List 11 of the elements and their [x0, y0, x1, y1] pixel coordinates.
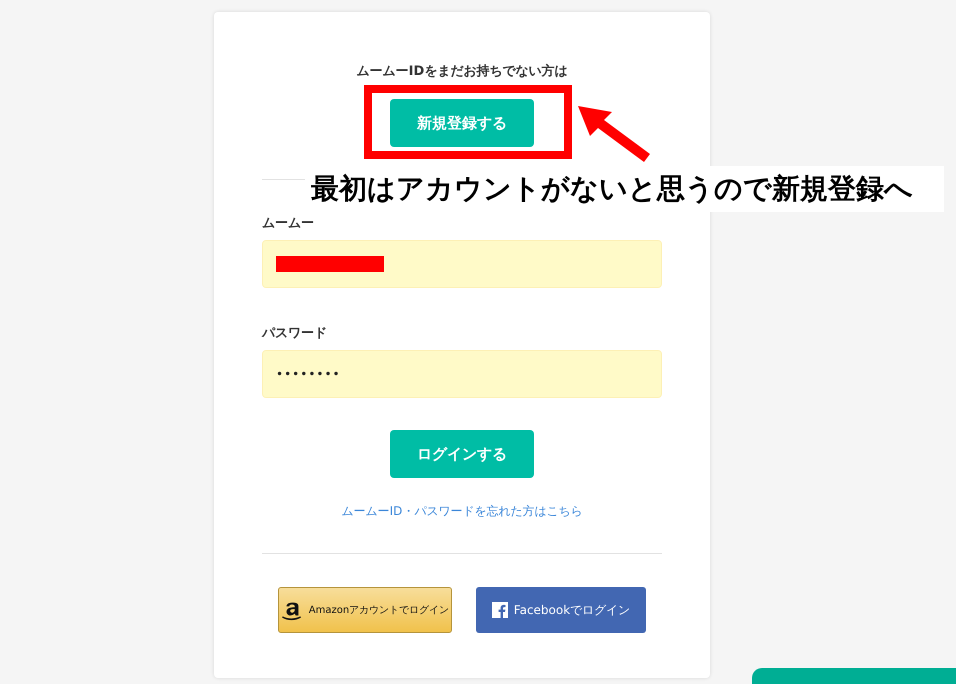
- field-label: ムームー: [262, 216, 314, 232]
- id-field[interactable]: [262, 240, 662, 288]
- field-label: パスワード: [262, 326, 327, 342]
- amazon-login-button[interactable]: Amazonアカウントでログイン: [278, 587, 452, 633]
- facebook-login-button[interactable]: Facebookでログイン: [476, 587, 646, 633]
- arrow-icon: [578, 106, 650, 162]
- annotation-caption: 最初はアカウントがないと思うので新規登録へ: [305, 166, 944, 212]
- forgot-link[interactable]: ムームーID・パスワードを忘れた方はこちら: [342, 503, 582, 519]
- facebook-logo-icon: [492, 602, 508, 618]
- intro-text: ムームーIDをまだお持ちでない方は: [356, 64, 568, 80]
- password-field[interactable]: ••••••••: [262, 350, 662, 398]
